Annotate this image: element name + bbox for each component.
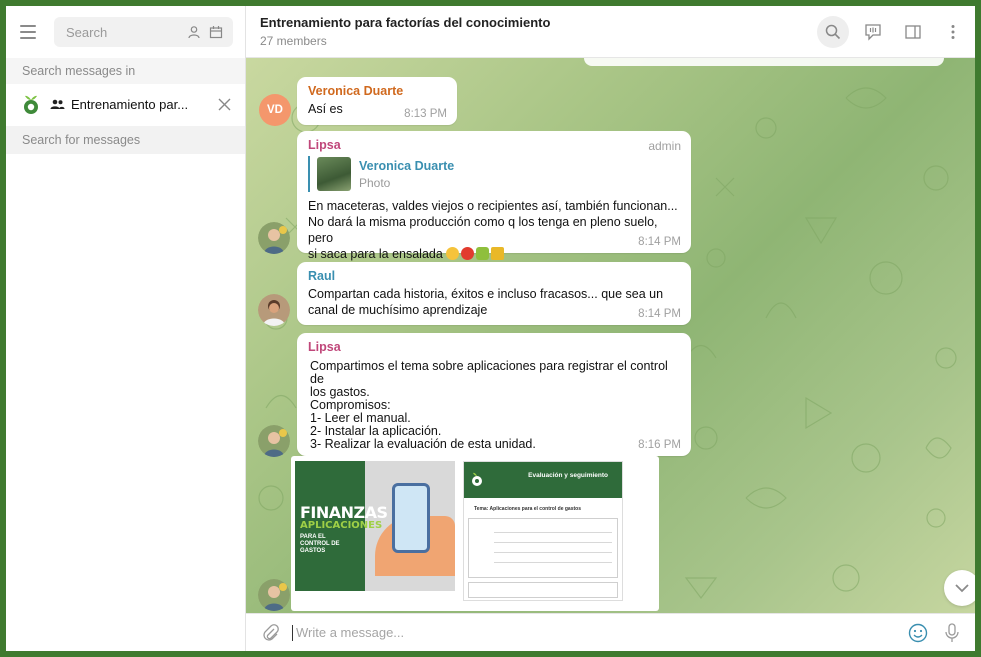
smile-emoji-icon (446, 247, 460, 260)
chat-title: Entrenamiento para factorías del conocim… (260, 15, 551, 30)
user-search-icon[interactable] (185, 23, 203, 41)
sidebar: Search messages in Entrenamiento par... … (6, 6, 246, 651)
sender-name[interactable]: Raul (308, 269, 681, 283)
reply-sender: Veronica Duarte (359, 158, 455, 173)
header-actions (817, 15, 975, 48)
search-icon[interactable] (817, 15, 849, 48)
avatar[interactable] (258, 425, 290, 457)
emoji-row (446, 246, 506, 261)
group-icon (50, 99, 65, 109)
doc-header-title: Evaluación y seguimiento (528, 472, 608, 479)
message-bubble[interactable]: Lipsa admin Veronica Duarte Photo En mac… (297, 131, 691, 261)
search-messages-in-label: Search messages in (6, 58, 245, 84)
search-box[interactable] (54, 17, 233, 47)
reply-preview[interactable]: Veronica Duarte Photo (308, 156, 681, 192)
reply-type: Photo (359, 175, 391, 190)
doc-line (494, 542, 612, 543)
message-input[interactable] (292, 624, 897, 641)
album-image-finanzas[interactable]: FINANZAS APLICACIONES PARA EL CONTROL DE… (295, 461, 455, 601)
admin-badge: admin (648, 139, 681, 153)
chat-filter-chip[interactable]: Entrenamiento par... (6, 84, 245, 124)
message-time: 8:14 PM (638, 236, 681, 248)
photo-album[interactable]: FINANZAS APLICACIONES PARA EL CONTROL DE… (291, 456, 659, 611)
chat-info[interactable]: Entrenamiento para factorías del conocim… (260, 15, 817, 48)
message-text: Compartan cada historia, éxitos e inclus… (308, 287, 664, 317)
sender-name[interactable]: Lipsa (308, 138, 681, 152)
doc-answer-box (468, 582, 618, 598)
calendar-icon[interactable] (207, 23, 225, 41)
reply-photo-thumbnail (317, 157, 351, 191)
avatar[interactable] (258, 294, 290, 326)
doc-answer-box (468, 518, 618, 578)
mic-icon[interactable] (939, 620, 965, 646)
message-time: 8:16 PM (638, 439, 681, 451)
doc-line (494, 532, 612, 533)
message-bubble[interactable]: Lipsa Compartimos el tema sobre aplicaci… (297, 333, 691, 456)
chip-label: Entrenamiento par... (50, 97, 207, 112)
attach-icon[interactable] (258, 620, 284, 646)
message-body: En maceteras, valdes viejos o recipiente… (308, 198, 681, 262)
phone-illustration-icon (392, 483, 430, 553)
message-composer (246, 613, 975, 651)
search-for-messages-label[interactable]: Search for messages (6, 126, 245, 154)
sender-name[interactable]: Lipsa (308, 340, 681, 354)
tomato-emoji-icon (461, 247, 475, 260)
doc-line (494, 562, 612, 563)
album-image-evaluacion[interactable]: Evaluación y seguimiento Tema: Aplicacio… (463, 461, 623, 601)
message-text: Compartimos el tema sobre aplicaciones p… (310, 359, 668, 451)
avatar[interactable]: VD (259, 94, 291, 126)
doc-topic: Tema: Aplicaciones para el control de ga… (474, 506, 581, 512)
search-input[interactable] (66, 24, 181, 40)
message-bubble[interactable]: Raul Compartan cada historia, éxitos e i… (297, 262, 691, 325)
close-icon[interactable] (215, 95, 233, 113)
message-time: 8:14 PM (638, 308, 681, 320)
scroll-down-button[interactable] (944, 570, 975, 606)
members-count: 27 members (260, 34, 327, 48)
doc-line (494, 552, 612, 553)
video-chat-icon[interactable] (857, 16, 889, 48)
chevron-down-icon (955, 583, 969, 592)
avatar[interactable] (258, 579, 290, 611)
chip-text: Entrenamiento par... (71, 96, 189, 112)
chat-messages-area[interactable]: VD Veronica Duarte Así es 8:13 PM Lipsa … (246, 58, 975, 613)
cucumber-emoji-icon (476, 247, 490, 260)
sender-name[interactable]: Veronica Duarte (308, 84, 447, 98)
sidebar-toggle-icon[interactable] (897, 16, 929, 48)
previous-message-edge (584, 58, 944, 66)
menu-icon[interactable] (20, 21, 42, 43)
message-bubble[interactable]: Veronica Duarte Así es 8:13 PM (297, 77, 457, 125)
message-time: 8:13 PM (404, 108, 447, 120)
more-vertical-icon[interactable] (937, 16, 969, 48)
cover-subtitle: APLICACIONES (300, 520, 383, 531)
cover-caption: PARA EL CONTROL DE GASTOS (300, 534, 340, 554)
sidebar-top-bar (6, 6, 245, 58)
reply-info: Veronica Duarte Photo (359, 159, 454, 190)
group-logo-icon (24, 95, 38, 114)
doc-header-band (464, 462, 622, 498)
avatar[interactable] (258, 222, 290, 254)
emoji-icon[interactable] (905, 620, 931, 646)
chat-header: Entrenamiento para factorías del conocim… (246, 6, 975, 58)
corn-emoji-icon (491, 247, 505, 260)
doc-logo-icon (472, 472, 482, 486)
cover-bottom-strip (295, 591, 455, 601)
app-window: Search messages in Entrenamiento par... … (0, 0, 981, 657)
